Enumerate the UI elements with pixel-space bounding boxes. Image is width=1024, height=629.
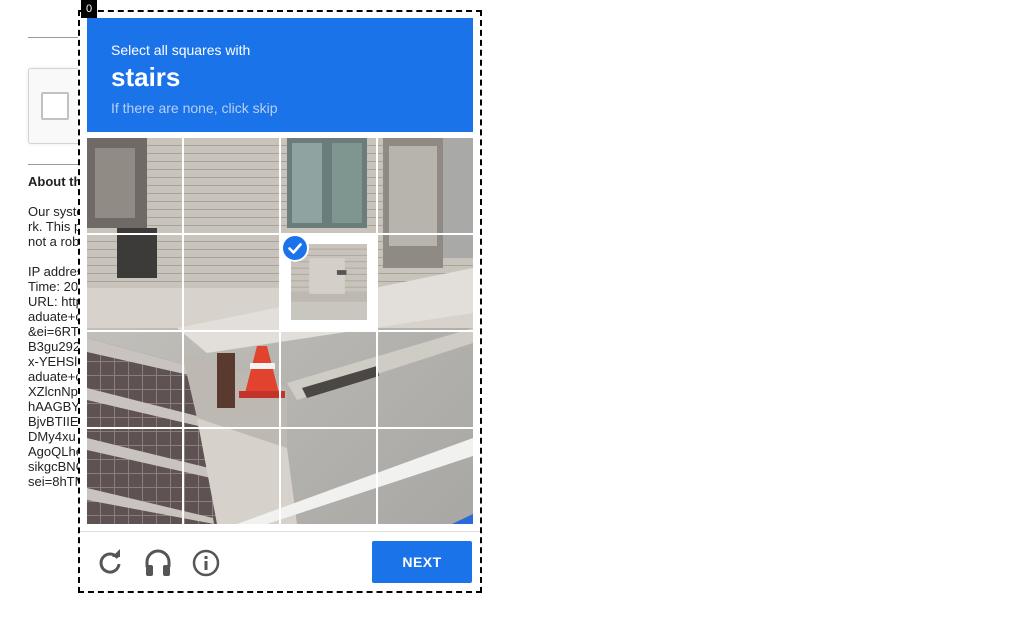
image-tile-11[interactable] xyxy=(378,332,473,427)
challenge-prompt: Select all squares with xyxy=(111,42,251,58)
image-tile-13[interactable] xyxy=(184,429,279,524)
challenge-keyword: stairs xyxy=(111,62,181,92)
headphones-icon[interactable] xyxy=(141,546,175,580)
frame-index-tag: 0 xyxy=(81,0,97,18)
image-grid xyxy=(87,138,473,524)
info-icon[interactable] xyxy=(189,546,223,580)
footer-divider xyxy=(80,531,480,532)
image-tile-9[interactable] xyxy=(184,332,279,427)
image-tile-14[interactable] xyxy=(281,429,376,524)
image-tile-5[interactable] xyxy=(184,235,279,330)
image-tile-4[interactable] xyxy=(87,235,182,330)
image-tile-15[interactable] xyxy=(378,429,473,524)
image-tile-6-selected[interactable] xyxy=(281,235,376,330)
reload-icon[interactable] xyxy=(93,546,127,580)
image-tile-0[interactable] xyxy=(87,138,182,233)
image-tile-10[interactable] xyxy=(281,332,376,427)
image-tile-2[interactable] xyxy=(281,138,376,233)
background-checkbox[interactable] xyxy=(41,92,69,120)
image-tile-1[interactable] xyxy=(184,138,279,233)
image-tile-8[interactable] xyxy=(87,332,182,427)
image-tile-7[interactable] xyxy=(378,235,473,330)
challenge-hint: If there are none, click skip xyxy=(111,100,278,116)
image-tile-3[interactable] xyxy=(378,138,473,233)
image-tile-12[interactable] xyxy=(87,429,182,524)
next-button[interactable]: NEXT xyxy=(372,541,472,583)
challenge-header: Select all squares with stairs If there … xyxy=(87,18,473,132)
